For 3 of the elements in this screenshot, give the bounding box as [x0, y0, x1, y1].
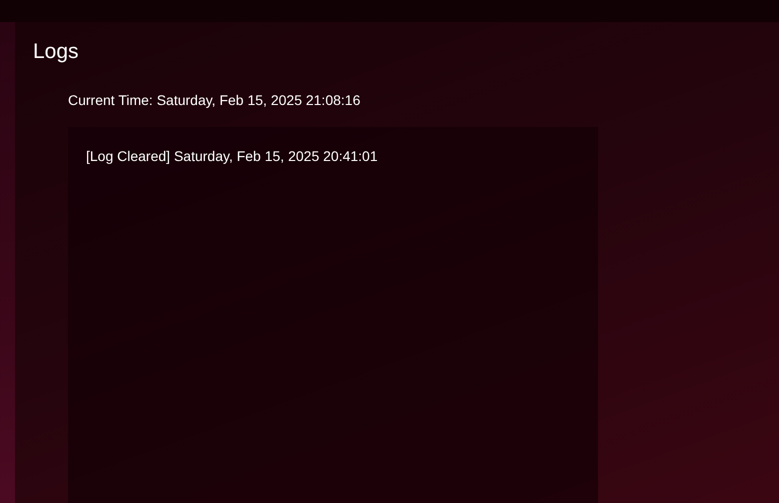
- log-entry: [Log Cleared] Saturday, Feb 15, 2025 20:41:01: [86, 147, 379, 165]
- page-title: Logs: [33, 40, 80, 64]
- current-time: Current Time: Saturday, Feb 15, 2025 21:08:16: [68, 92, 362, 108]
